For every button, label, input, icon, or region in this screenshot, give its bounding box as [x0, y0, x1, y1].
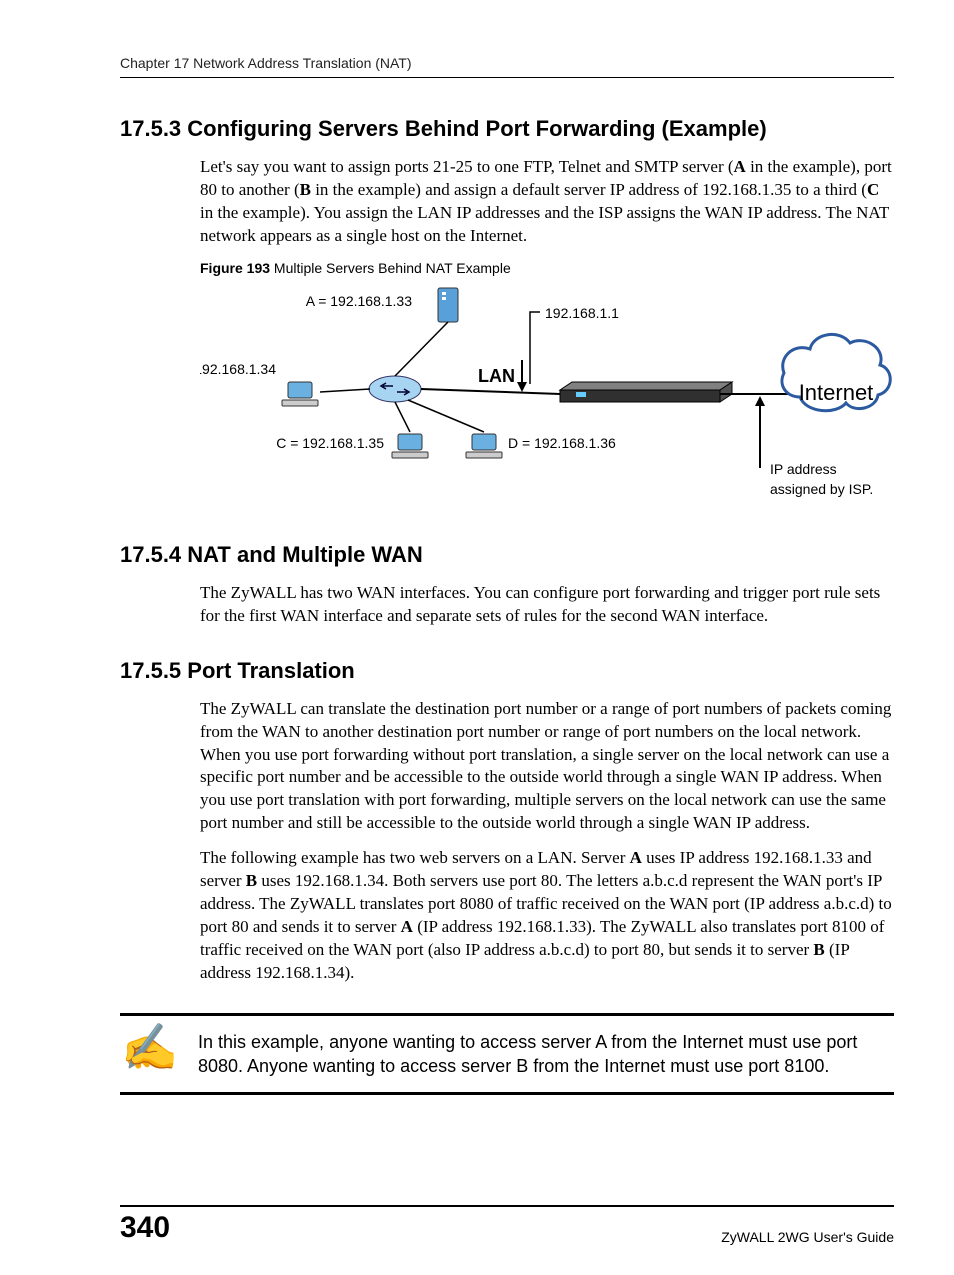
page-footer: 340 ZyWALL 2WG User's Guide: [120, 1205, 894, 1245]
figure-title: Multiple Servers Behind NAT Example: [270, 260, 511, 276]
bold-B: B: [813, 940, 824, 959]
isp-text-1: IP address: [770, 461, 837, 477]
para-17-5-4: The ZyWALL has two WAN interfaces. You c…: [200, 582, 894, 628]
heading-17-5-4: 17.5.4 NAT and Multiple WAN: [120, 542, 894, 568]
figure-193-diagram: A = 192.168.1.33 B = 192.168.1.34 C = 19…: [200, 282, 894, 512]
text-fragment: in the example). You assign the LAN IP a…: [200, 203, 889, 245]
label-a: A = 192.168.1.33: [306, 293, 412, 309]
running-header: Chapter 17 Network Address Translation (…: [120, 55, 894, 78]
bold-A: A: [734, 157, 746, 176]
figure-number: Figure 193: [200, 260, 270, 276]
lan-label: LAN: [478, 366, 515, 386]
bold-B: B: [300, 180, 311, 199]
heading-17-5-5: 17.5.5 Port Translation: [120, 658, 894, 684]
bold-A: A: [401, 917, 413, 936]
bold-A: A: [630, 848, 642, 867]
heading-17-5-3: 17.5.3 Configuring Servers Behind Port F…: [120, 116, 894, 142]
note-block: ✍ In this example, anyone wanting to acc…: [120, 1013, 894, 1096]
internet-label: Internet: [799, 380, 874, 405]
para-17-5-5-a: The ZyWALL can translate the destination…: [200, 698, 894, 836]
internet-cloud-icon: Internet: [782, 334, 890, 410]
isp-text-2: assigned by ISP.: [770, 481, 873, 497]
gateway-ip: 192.168.1.1: [545, 305, 619, 321]
guide-name: ZyWALL 2WG User's Guide: [721, 1229, 894, 1245]
label-d: D = 192.168.1.36: [508, 435, 616, 451]
page-number: 340: [120, 1211, 170, 1245]
router-icon: [560, 382, 732, 402]
text-fragment: Let's say you want to assign ports 21-25…: [200, 157, 734, 176]
text-fragment: The following example has two web server…: [200, 848, 630, 867]
document-page: Chapter 17 Network Address Translation (…: [0, 0, 954, 1275]
figure-caption: Figure 193 Multiple Servers Behind NAT E…: [200, 260, 894, 276]
text-fragment: in the example) and assign a default ser…: [311, 180, 867, 199]
note-text: In this example, anyone wanting to acces…: [198, 1030, 894, 1079]
label-c: C = 192.168.1.35: [276, 435, 384, 451]
note-pencil-icon: ✍: [120, 1030, 180, 1067]
para-17-5-5-b: The following example has two web server…: [200, 847, 894, 985]
bold-B: B: [246, 871, 257, 890]
label-b: B = 192.168.1.34: [200, 361, 276, 377]
para-17-5-3: Let's say you want to assign ports 21-25…: [200, 156, 894, 248]
bold-C: C: [867, 180, 879, 199]
